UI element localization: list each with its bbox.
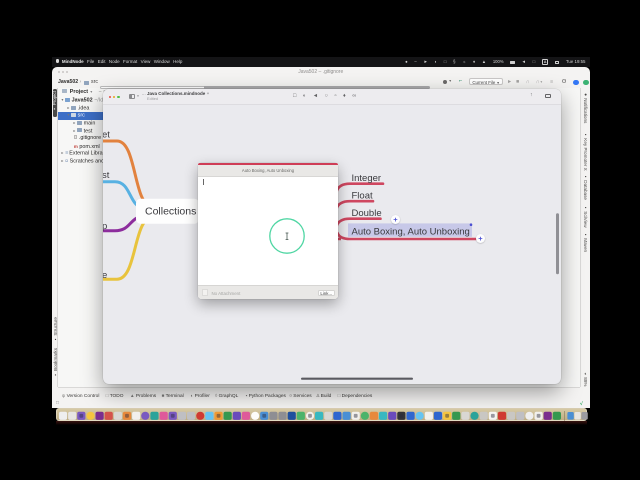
svg-text:Float: Float [352, 190, 373, 201]
svg-text:e: e [103, 270, 107, 281]
svg-text:p: p [103, 221, 107, 232]
svg-text:et: et [103, 129, 110, 140]
svg-text:Auto Boxing, Auto Unboxing: Auto Boxing, Auto Unboxing [352, 226, 470, 237]
svg-text:Double: Double [352, 208, 382, 219]
svg-text:Integer: Integer [352, 173, 382, 184]
svg-text:Collections: Collections [145, 205, 196, 217]
svg-text:st: st [103, 170, 110, 181]
